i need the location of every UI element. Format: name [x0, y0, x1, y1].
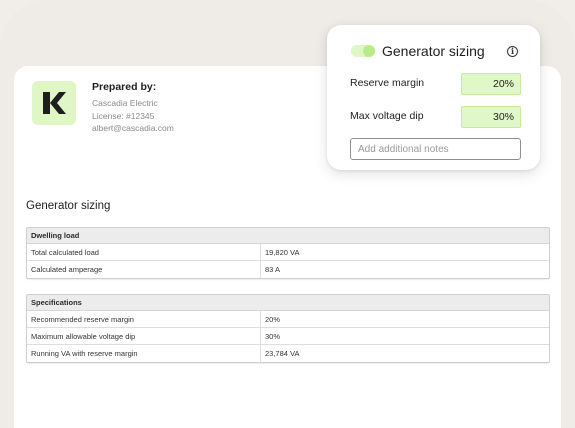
- row-label: Maximum allowable voltage dip: [27, 328, 261, 344]
- row-value: 23,784 VA: [265, 349, 300, 358]
- table-row: Recommended reserve margin 20%: [27, 311, 549, 328]
- row-label: Running VA with reserve margin: [27, 345, 261, 362]
- row-label: Recommended reserve margin: [27, 311, 261, 327]
- specifications-table: Specifications Recommended reserve margi…: [26, 294, 550, 363]
- preparer-license: License: #12345: [92, 110, 155, 121]
- toggle-knob: [363, 45, 375, 57]
- prepared-by-block: Prepared by: Cascadia Electric License: …: [92, 81, 174, 135]
- table-header: Specifications: [27, 295, 549, 311]
- k-logo-icon: [43, 92, 66, 114]
- row-value: 19,820 VA: [265, 247, 300, 257]
- row-value: 83 A: [265, 265, 281, 274]
- reserve-margin-label: Reserve margin: [350, 77, 425, 89]
- notes-input[interactable]: [350, 138, 521, 160]
- generator-sizing-toggle[interactable]: [351, 45, 375, 57]
- generator-sizing-panel: Generator sizing i Reserve margin 20% Ma…: [327, 25, 540, 170]
- row-value: 30%: [265, 331, 281, 341]
- company-logo: [32, 81, 76, 125]
- table-row: Running VA with reserve margin 23,784 VA: [27, 345, 549, 362]
- row-value: 20%: [265, 314, 281, 324]
- max-voltage-dip-label: Max voltage dip: [350, 110, 424, 122]
- dwelling-load-table: Dwelling load Total calculated load 19,8…: [26, 227, 550, 279]
- row-label: Calculated amperage: [27, 261, 261, 278]
- reserve-margin-input[interactable]: 20%: [461, 73, 521, 95]
- panel-title: Generator sizing: [382, 43, 485, 59]
- preparer-company: Cascadia Electric: [92, 98, 158, 108]
- row-label: Total calculated load: [27, 244, 261, 260]
- max-voltage-dip-input[interactable]: 30%: [461, 106, 521, 128]
- table-header: Dwelling load: [27, 228, 549, 244]
- table-row: Total calculated load 19,820 VA: [27, 244, 549, 261]
- info-icon[interactable]: i: [507, 46, 518, 57]
- prepared-by-title: Prepared by:: [92, 81, 157, 93]
- table-row: Calculated amperage 83 A: [27, 261, 549, 278]
- preparer-email: albert@cascadia.com: [92, 123, 174, 133]
- table-row: Maximum allowable voltage dip 30%: [27, 328, 549, 345]
- section-title: Generator sizing: [26, 200, 111, 212]
